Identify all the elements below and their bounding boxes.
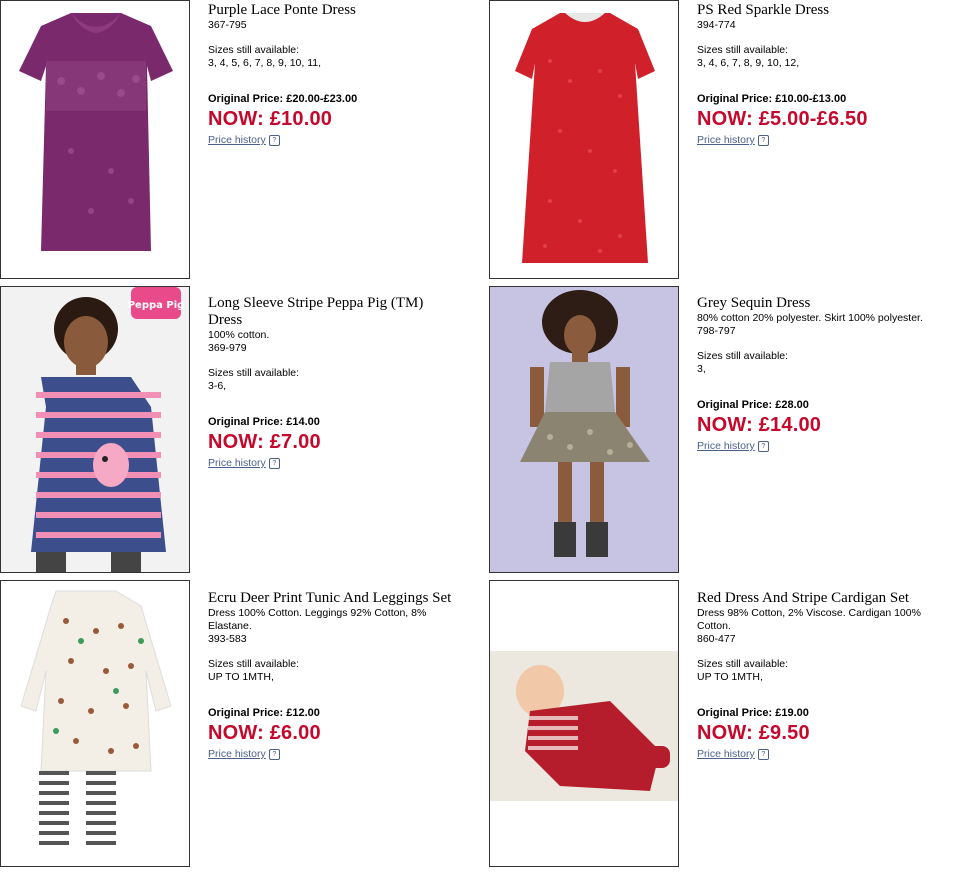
price-history-link[interactable]: Price history: [208, 133, 266, 147]
product-info: Red Dress And Stripe Cardigan Set Dress …: [697, 580, 956, 762]
price-history-link[interactable]: Price history: [208, 456, 266, 470]
product-description: Dress 98% Cotton, 2% Viscose. Cardigan 1…: [697, 607, 921, 632]
sizes-list: 3-6,: [208, 380, 227, 392]
product-image-peppa-dress[interactable]: Peppa Pig: [0, 286, 190, 573]
svg-text:Peppa Pig: Peppa Pig: [128, 300, 185, 311]
price-history-link[interactable]: Price history: [697, 747, 755, 761]
product-code: 367-795: [208, 19, 247, 31]
help-icon[interactable]: ?: [757, 749, 769, 760]
price-history-link[interactable]: Price history: [208, 747, 266, 761]
product-code: 860-477: [697, 633, 736, 645]
sale-price: NOW: £14.00: [697, 414, 822, 436]
sizes-list: UP TO 1MTH,: [208, 671, 274, 683]
sale-price: NOW: £9.50: [697, 722, 810, 744]
sizes-label: Sizes still available:: [697, 658, 789, 670]
product-code: 393-583: [208, 633, 247, 645]
product-code: 394-774: [697, 19, 736, 31]
product-info: Long Sleeve Stripe Peppa Pig (TM) Dress …: [208, 286, 468, 471]
product-title[interactable]: Red Dress And Stripe Cardigan Set: [697, 590, 956, 607]
original-price: Original Price: £28.00: [697, 399, 809, 411]
product-image-red-cardigan-set[interactable]: [489, 580, 679, 867]
product-info: Purple Lace Ponte Dress 367-795 Sizes st…: [208, 0, 468, 148]
help-icon[interactable]: ?: [268, 135, 280, 146]
price-history-link[interactable]: Price history: [697, 133, 755, 147]
original-price: Original Price: £20.00-£23.00: [208, 93, 358, 105]
help-icon[interactable]: ?: [757, 135, 769, 146]
sizes-label: Sizes still available:: [208, 367, 300, 379]
sale-price: NOW: £10.00: [208, 108, 333, 130]
help-icon[interactable]: ?: [757, 441, 769, 452]
price-history-link[interactable]: Price history: [697, 439, 755, 453]
product-title[interactable]: Grey Sequin Dress: [697, 295, 956, 312]
sizes-list: 3,: [697, 363, 706, 375]
sizes-list: 3, 4, 6, 7, 8, 9, 10, 12,: [697, 57, 800, 69]
help-icon[interactable]: ?: [268, 749, 280, 760]
product-title[interactable]: Ecru Deer Print Tunic And Leggings Set: [208, 590, 458, 607]
peppa-pig-logo: Peppa Pig: [128, 287, 185, 319]
sizes-label: Sizes still available:: [208, 44, 300, 56]
product-image-purple-dress[interactable]: [0, 0, 190, 279]
product-code: 369-979: [208, 342, 247, 354]
sizes-label: Sizes still available:: [697, 44, 789, 56]
product-title[interactable]: Long Sleeve Stripe Peppa Pig (TM) Dress: [208, 295, 448, 329]
sizes-list: UP TO 1MTH,: [697, 671, 763, 683]
product-info: Grey Sequin Dress 80% cotton 20% polyest…: [697, 286, 956, 454]
product-description: Dress 100% Cotton. Leggings 92% Cotton, …: [208, 607, 427, 632]
product-description: 100% cotton.: [208, 329, 270, 341]
original-price: Original Price: £12.00: [208, 707, 320, 719]
sale-price: NOW: £5.00-£6.50: [697, 108, 868, 130]
product-title[interactable]: Purple Lace Ponte Dress: [208, 2, 468, 19]
original-price: Original Price: £10.00-£13.00: [697, 93, 847, 105]
product-description: 80% cotton 20% polyester. Skirt 100% pol…: [697, 312, 923, 324]
sale-price: NOW: £6.00: [208, 722, 321, 744]
product-title[interactable]: PS Red Sparkle Dress: [697, 2, 956, 19]
product-image-deer-tunic[interactable]: [0, 580, 190, 867]
product-image-grey-sequin-dress[interactable]: [489, 286, 679, 573]
sizes-label: Sizes still available:: [697, 350, 789, 362]
original-price: Original Price: £19.00: [697, 707, 809, 719]
sale-price: NOW: £7.00: [208, 431, 321, 453]
product-info: Ecru Deer Print Tunic And Leggings Set D…: [208, 580, 468, 762]
product-info: PS Red Sparkle Dress 394-774 Sizes still…: [697, 0, 956, 148]
product-image-red-dress[interactable]: [489, 0, 679, 279]
sizes-label: Sizes still available:: [208, 658, 300, 670]
original-price: Original Price: £14.00: [208, 416, 320, 428]
help-icon[interactable]: ?: [268, 458, 280, 469]
product-code: 798-797: [697, 325, 736, 337]
sizes-list: 3, 4, 5, 6, 7, 8, 9, 10, 11,: [208, 57, 322, 69]
